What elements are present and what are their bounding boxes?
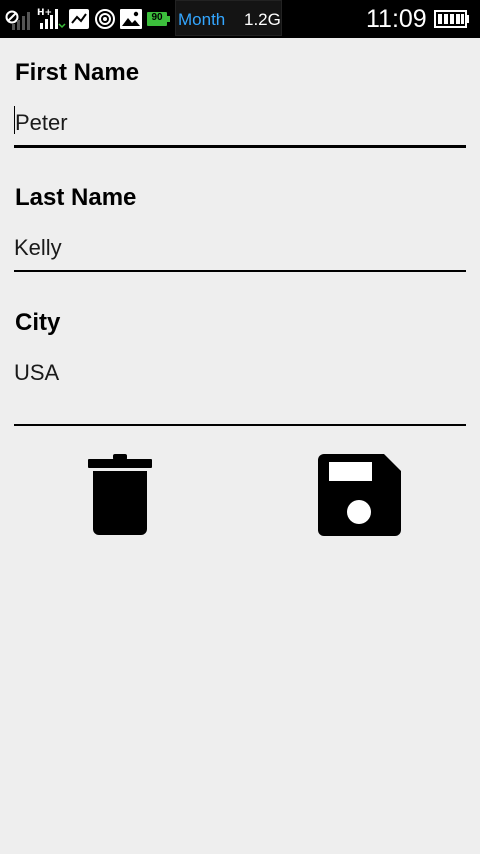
data-usage-amount: 1.2G xyxy=(244,10,281,29)
hotspot-icon xyxy=(93,8,117,35)
mobile-data-signal-icon: H+ xyxy=(37,6,67,35)
signal-strength-icon xyxy=(10,10,32,35)
city-label: City xyxy=(15,309,61,336)
floppy-disk-icon xyxy=(318,453,402,542)
data-usage-widget: Month 1.2G xyxy=(175,0,282,36)
status-bar: H+ 90 Month 1.2G 11:09 xyxy=(0,0,480,38)
battery-saver-icon: 90 xyxy=(147,11,171,27)
gallery-image-icon xyxy=(119,8,143,35)
city-value: USA xyxy=(14,360,60,385)
trash-icon xyxy=(87,453,153,542)
first-name-field[interactable]: Peter xyxy=(14,102,466,148)
last-name-field[interactable]: Kelly xyxy=(14,227,466,272)
battery-icon xyxy=(434,10,470,33)
svg-text:H+: H+ xyxy=(37,8,52,18)
data-usage-period: Month xyxy=(178,10,226,29)
battery-saver-label: 90 xyxy=(151,12,163,23)
last-name-label: Last Name xyxy=(15,184,137,211)
last-name-value: Kelly xyxy=(14,235,62,260)
notification-app-icon xyxy=(68,8,90,35)
clock: 11:09 xyxy=(366,5,427,33)
delete-button[interactable] xyxy=(75,452,165,542)
first-name-label: First Name xyxy=(15,59,140,86)
city-field[interactable]: USA xyxy=(14,352,466,426)
save-button[interactable] xyxy=(315,452,405,542)
first-name-value: Peter xyxy=(15,110,68,135)
